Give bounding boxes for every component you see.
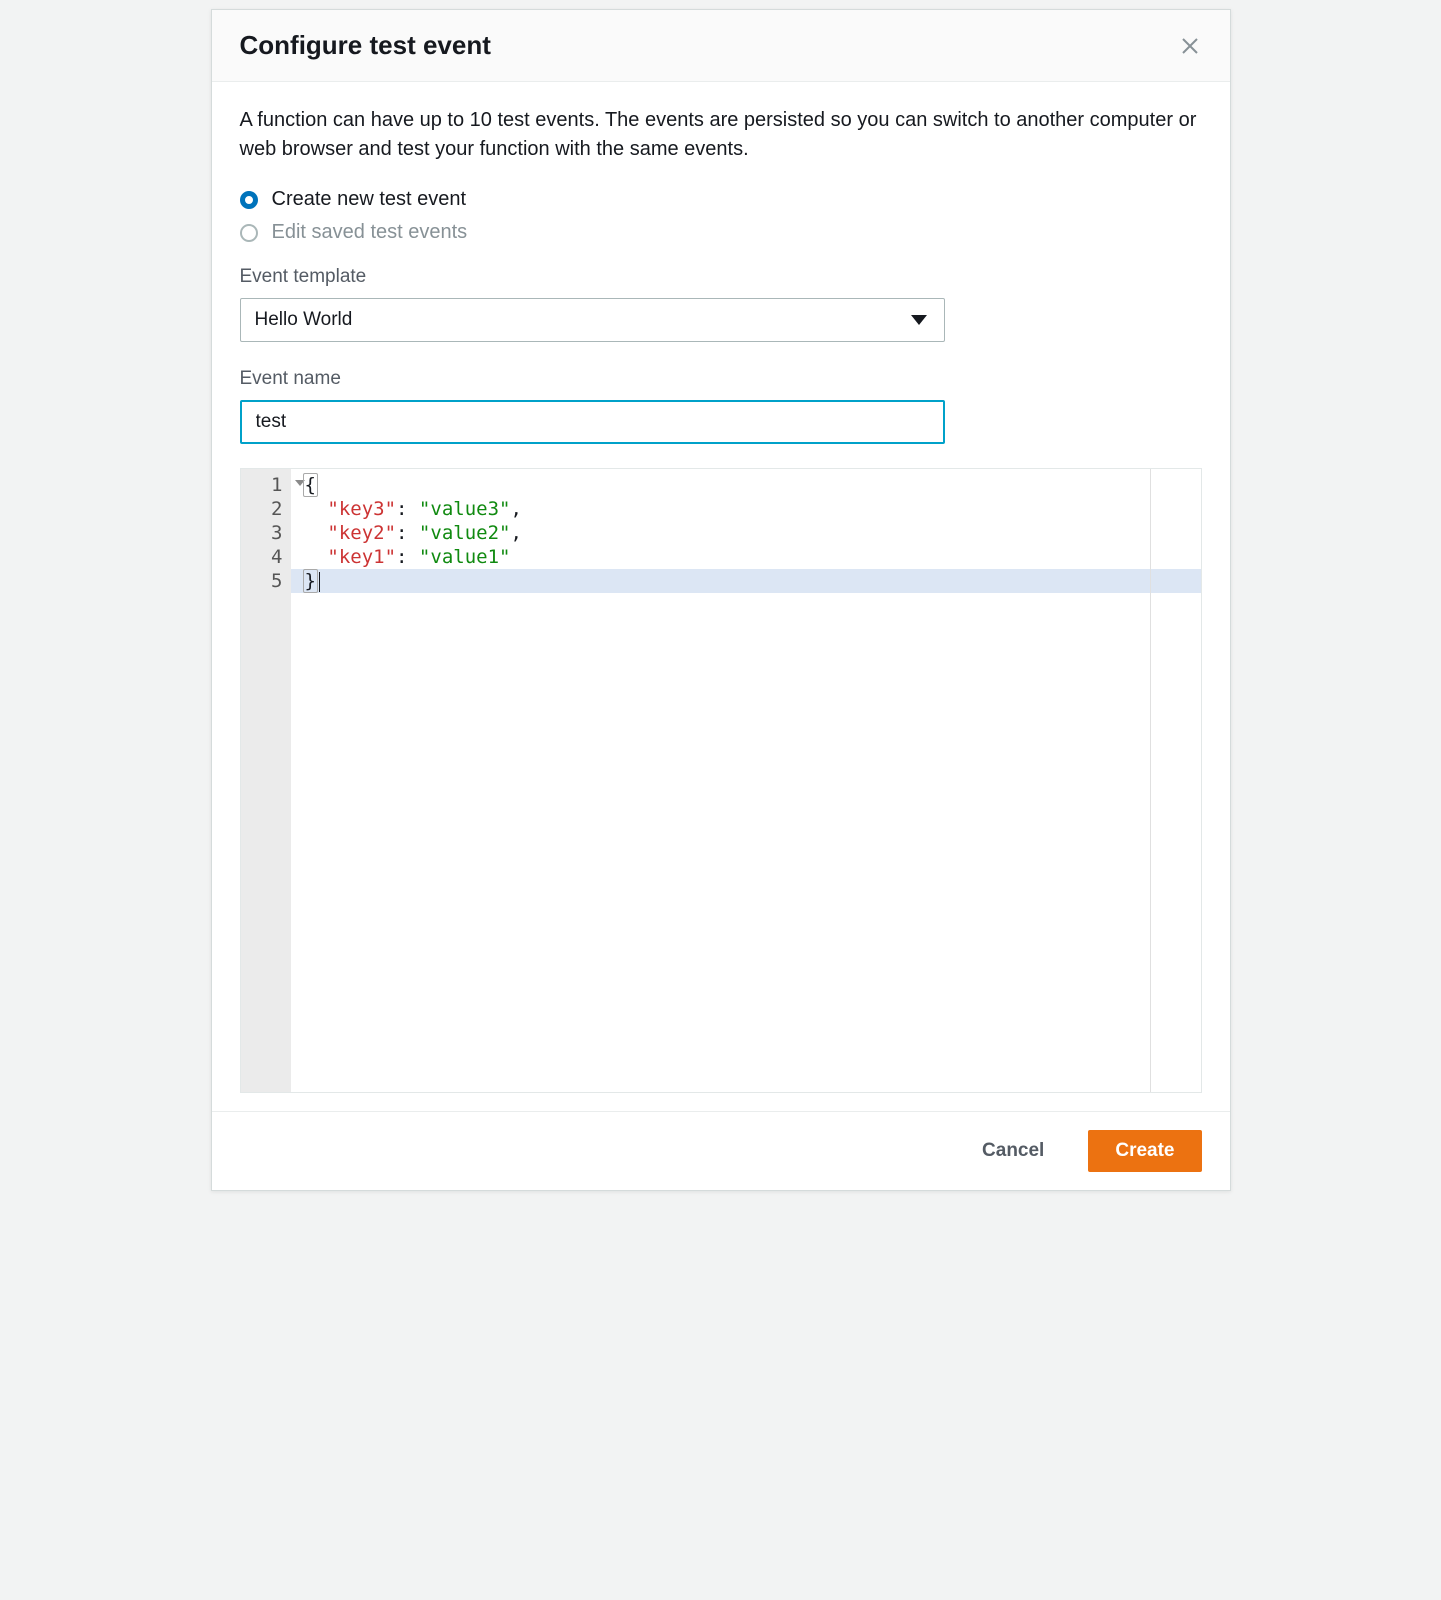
code-line: {: [305, 473, 1201, 497]
code-line: "key3": "value3",: [305, 497, 1201, 521]
gutter-line: 2: [241, 497, 291, 521]
gutter-line: 1: [241, 473, 291, 497]
gutter-line: 4: [241, 545, 291, 569]
modal-description: A function can have up to 10 test events…: [240, 106, 1202, 164]
radio-create-new-event[interactable]: Create new test event: [240, 188, 1202, 211]
modal-header: Configure test event: [212, 10, 1230, 82]
event-name-input[interactable]: [240, 400, 945, 444]
radio-icon: [240, 191, 258, 209]
json-code-editor[interactable]: 1 2 3 4 5 { "key3": "value3", "key2": "v…: [240, 468, 1202, 1093]
cursor: [319, 572, 321, 592]
modal-footer: Cancel Create: [212, 1111, 1230, 1190]
radio-label: Edit saved test events: [272, 221, 468, 244]
modal-body: A function can have up to 10 test events…: [212, 82, 1230, 1111]
event-mode-radio-group: Create new test event Edit saved test ev…: [240, 188, 1202, 244]
editor-content[interactable]: { "key3": "value3", "key2": "value2", "k…: [291, 469, 1201, 1092]
modal-title: Configure test event: [240, 30, 491, 61]
event-template-select[interactable]: Hello World: [240, 298, 945, 342]
gutter-line: 3: [241, 521, 291, 545]
radio-icon: [240, 224, 258, 242]
print-margin: [1150, 469, 1151, 1092]
editor-gutter: 1 2 3 4 5: [241, 469, 291, 1092]
code-line: "key1": "value1": [305, 545, 1201, 569]
event-template-select-wrapper: Hello World: [240, 298, 945, 342]
gutter-line: 5: [241, 569, 291, 593]
cancel-button[interactable]: Cancel: [956, 1130, 1070, 1172]
event-name-label: Event name: [240, 368, 1202, 390]
radio-edit-saved-events: Edit saved test events: [240, 221, 1202, 244]
create-button[interactable]: Create: [1088, 1130, 1201, 1172]
event-template-label: Event template: [240, 266, 1202, 288]
code-line: "key2": "value2",: [305, 521, 1201, 545]
configure-test-event-modal: Configure test event A function can have…: [211, 9, 1231, 1191]
radio-label: Create new test event: [272, 188, 467, 211]
close-icon[interactable]: [1178, 34, 1202, 58]
event-name-wrapper: [240, 400, 945, 444]
code-line: }: [291, 569, 1201, 593]
